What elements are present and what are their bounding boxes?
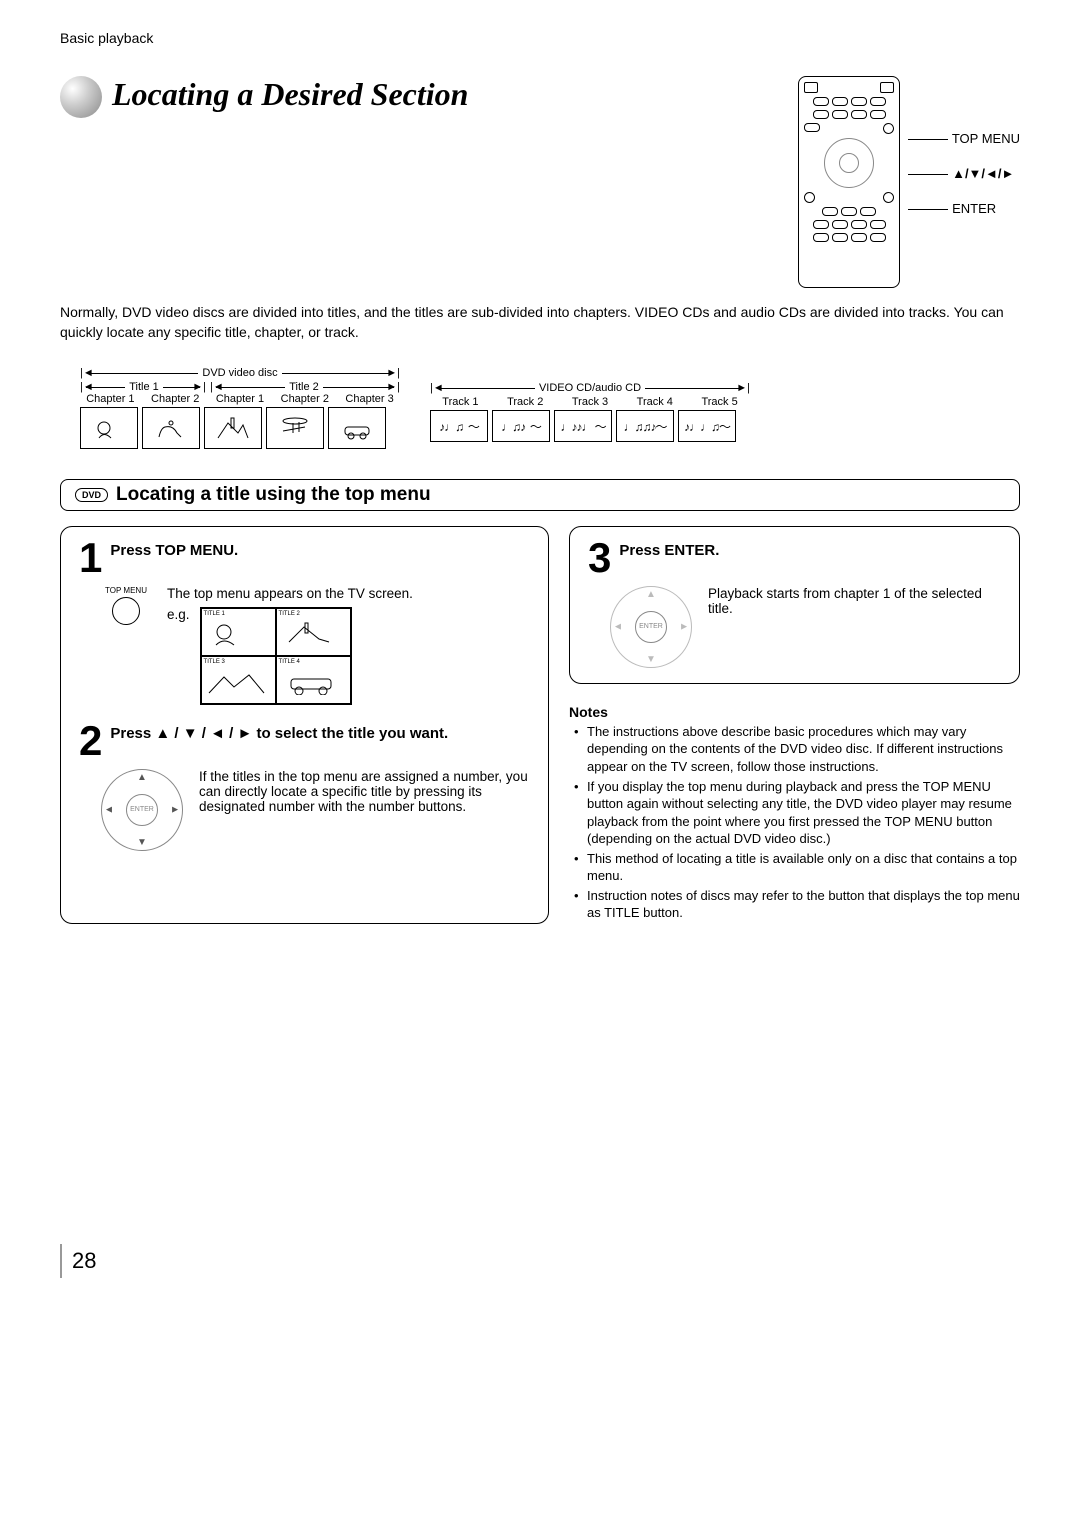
remote-control-diagram xyxy=(798,76,900,288)
page-number: 28 xyxy=(60,1244,112,1278)
chapter-thumb xyxy=(142,407,200,449)
dpad-icon: ▲▼◄► xyxy=(101,769,183,851)
notes-heading: Notes xyxy=(569,704,1020,720)
track-thumb: ♩♫♪ 〜 xyxy=(492,410,550,442)
note-item: Instruction notes of discs may refer to … xyxy=(579,887,1020,922)
sphere-bullet-icon xyxy=(60,76,102,118)
step-title: Press TOP MENU. xyxy=(110,542,238,574)
cd-disc-diagram: |◄ VIDEO CD/audio CD ►| Track 1 Track 2 … xyxy=(430,382,750,449)
step-title: Press ▲ / ▼ / ◄ / ► to select the title … xyxy=(110,725,448,757)
remote-label-arrows: ▲/▼/◄/► xyxy=(952,166,1014,181)
top-menu-button-icon: TOP MENU xyxy=(101,586,151,625)
step-body: Playback starts from chapter 1 of the se… xyxy=(708,586,1001,616)
note-item: The instructions above describe basic pr… xyxy=(579,723,1020,776)
chapter-thumb xyxy=(266,407,324,449)
remote-label-enter: ENTER xyxy=(952,201,996,216)
dpad-enter-icon: ▲▼◄► xyxy=(610,586,692,668)
chapter-thumb xyxy=(328,407,386,449)
track-thumb: ♪♩♩♫〜 xyxy=(678,410,736,442)
step-title: Press ENTER. xyxy=(619,542,719,574)
dvd-badge: DVD xyxy=(75,488,108,502)
step-number: 1 xyxy=(79,540,102,576)
step-number: 3 xyxy=(588,540,611,576)
page-header: Basic playback xyxy=(60,30,1020,46)
track-thumb: ♩♪♪♩ 〜 xyxy=(554,410,612,442)
example-menu-diagram: TITLE 1 TITLE 2 TITLE 3 TITLE 4 xyxy=(200,607,352,705)
dvd-disc-diagram: |◄ DVD video disc ►| |◄ Title 1 ►| |◄ Ti… xyxy=(80,367,400,449)
page-title: Locating a Desired Section xyxy=(112,76,468,113)
note-item: If you display the top menu during playb… xyxy=(579,778,1020,848)
intro-paragraph: Normally, DVD video discs are divided in… xyxy=(60,303,1020,342)
notes-list: The instructions above describe basic pr… xyxy=(569,723,1020,924)
step-body: If the titles in the top menu are assign… xyxy=(199,769,530,814)
example-label: e.g. xyxy=(167,607,190,622)
step-body: The top menu appears on the TV screen. xyxy=(167,586,530,601)
track-thumb: ♪♩♫ 〜 xyxy=(430,410,488,442)
step-number: 2 xyxy=(79,723,102,759)
track-thumb: ♩♫♫♪〜 xyxy=(616,410,674,442)
remote-label-topmenu: TOP MENU xyxy=(952,131,1020,146)
note-item: This method of locating a title is avail… xyxy=(579,850,1020,885)
section-heading-bar: DVD Locating a title using the top menu xyxy=(60,479,1020,511)
chapter-thumb xyxy=(80,407,138,449)
chapter-thumb xyxy=(204,407,262,449)
